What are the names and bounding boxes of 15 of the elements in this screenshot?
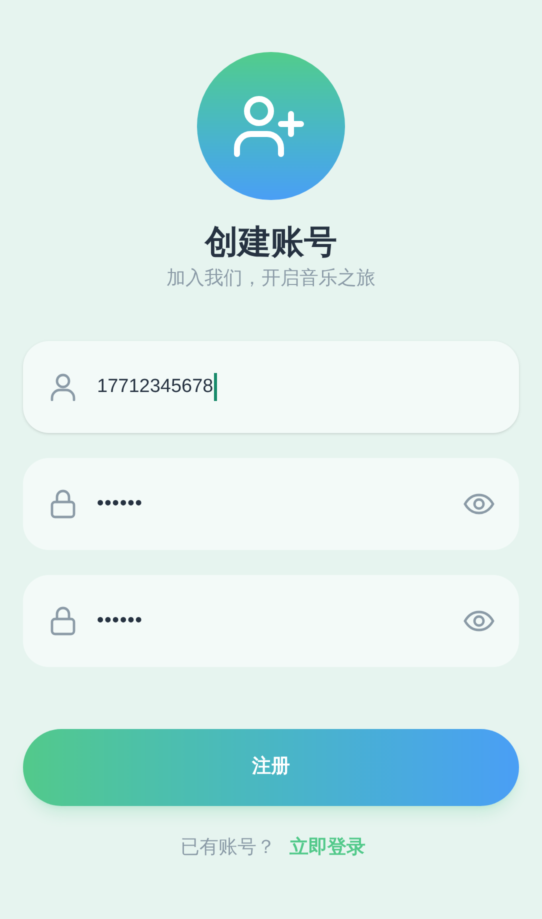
login-prompt: 已有账号？: [180, 836, 276, 860]
field-value: ••••••: [97, 608, 143, 633]
field-value: 17712345678: [97, 374, 214, 399]
eye-icon[interactable]: [463, 493, 495, 515]
lock-icon: [50, 606, 76, 636]
input-field[interactable]: 17712345678: [23, 341, 519, 433]
text-caret: [214, 373, 218, 401]
input-field[interactable]: ••••••: [23, 458, 519, 550]
user-icon: [50, 373, 76, 401]
field-value: ••••••: [97, 492, 143, 516]
page-title: 创建账号: [205, 222, 337, 262]
lock-icon: [50, 489, 76, 519]
page-subtitle: 加入我们，开启音乐之旅: [166, 267, 376, 291]
eye-icon[interactable]: [463, 610, 495, 632]
input-field[interactable]: ••••••: [23, 575, 519, 667]
